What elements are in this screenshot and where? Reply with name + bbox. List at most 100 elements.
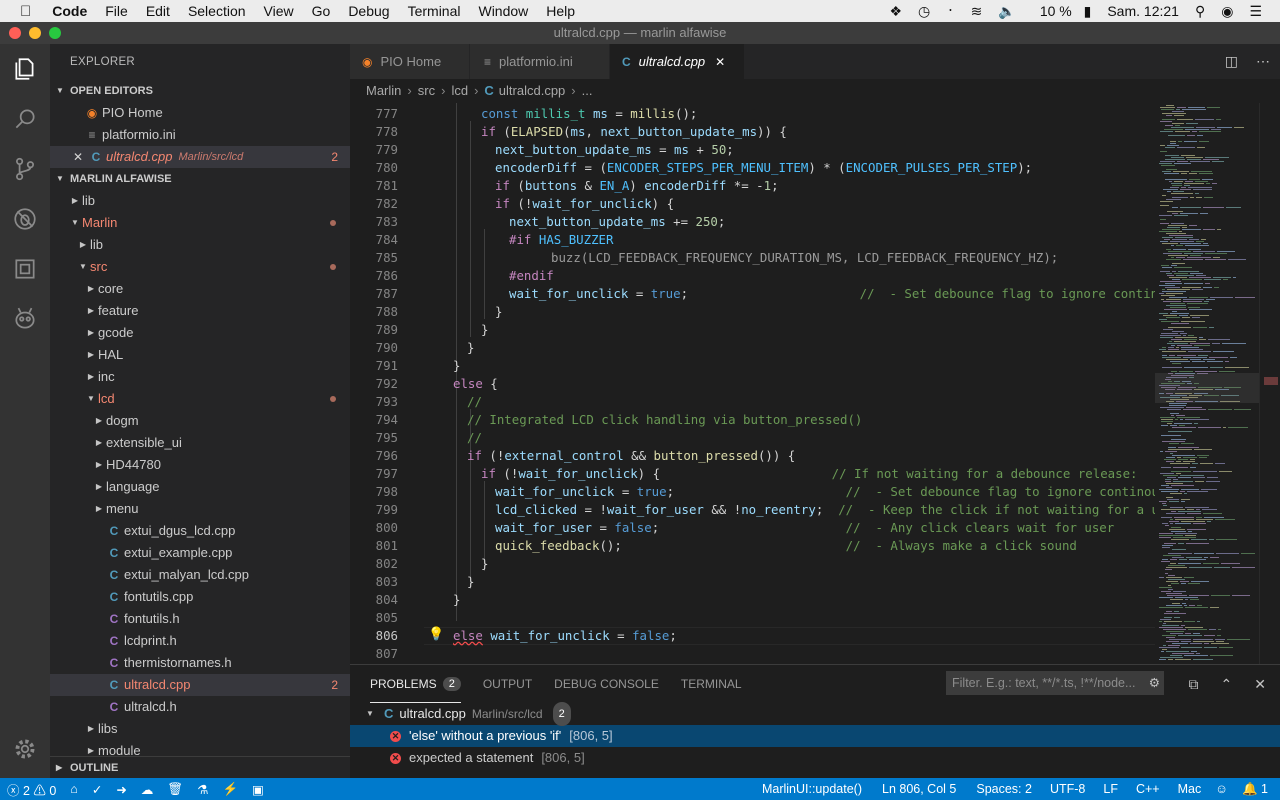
close-icon[interactable]: ✕: [715, 55, 725, 69]
tab-platformio-ini[interactable]: ≡ platformio.ini: [470, 44, 610, 79]
extensions-activity[interactable]: [0, 244, 50, 294]
menu-debug[interactable]: Debug: [339, 3, 398, 19]
tab-output[interactable]: OUTPUT: [483, 665, 532, 703]
problem-file-row[interactable]: ▼ C ultralcd.cpp Marlin/src/lcd 2: [350, 702, 1280, 726]
battery-status[interactable]: 10 % ▮: [1024, 3, 1100, 20]
tree-item[interactable]: Clcdprint.h: [50, 630, 350, 652]
tree-item[interactable]: Cthermistornames.h: [50, 652, 350, 674]
volume-icon[interactable]: 🔈: [990, 3, 1023, 20]
breadcrumb-item[interactable]: src: [418, 83, 435, 98]
notifications-bell[interactable]: 🔔 1: [1235, 782, 1280, 797]
dropbox-icon[interactable]: ❖: [881, 3, 910, 20]
clock[interactable]: Sam. 12:21: [1099, 3, 1187, 19]
tree-item[interactable]: ▶ extensible_ui: [50, 432, 350, 454]
tree-item[interactable]: ▼ Marlin: [50, 212, 350, 234]
menu-terminal[interactable]: Terminal: [399, 3, 470, 19]
tree-item[interactable]: ▶ inc: [50, 366, 350, 388]
tab-pio-home[interactable]: ◉ PIO Home: [350, 44, 470, 79]
language-mode[interactable]: C++: [1129, 782, 1167, 796]
filter-icon[interactable]: ⚙: [1149, 671, 1160, 695]
problems-status[interactable]: ⓧ 2 ⚠ 0: [0, 780, 63, 799]
tree-item[interactable]: ▶ menu: [50, 498, 350, 520]
tree-item[interactable]: ▶ gcode: [50, 322, 350, 344]
indentation[interactable]: Spaces: 2: [969, 782, 1039, 796]
wifi-icon[interactable]: ≋: [963, 3, 991, 20]
siri-icon[interactable]: ◉: [1213, 3, 1241, 20]
vertical-scrollbar[interactable]: [1259, 103, 1280, 664]
manage-activity[interactable]: [0, 724, 50, 774]
tree-item[interactable]: Cultralcd.cpp 2: [50, 674, 350, 696]
tree-item[interactable]: Cfontutils.h: [50, 608, 350, 630]
problems-filter-input[interactable]: Filter. E.g.: text, **/*.ts, !**/node...…: [946, 671, 1164, 695]
spotlight-icon[interactable]: ⚲: [1187, 3, 1213, 20]
breadcrumb-item[interactable]: lcd: [451, 83, 468, 98]
close-icon[interactable]: ✕: [70, 146, 86, 168]
tree-item[interactable]: Cfontutils.cpp: [50, 586, 350, 608]
tree-item[interactable]: ▶ lib: [50, 190, 350, 212]
tree-item[interactable]: ▶ HAL: [50, 344, 350, 366]
terminal-icon[interactable]: ▣: [245, 782, 271, 797]
platformio-activity[interactable]: [0, 294, 50, 344]
bluetooth-icon[interactable]: ᛫: [938, 3, 962, 19]
explorer-activity[interactable]: [0, 44, 50, 94]
breadcrumb-item[interactable]: ...: [582, 83, 593, 98]
menu-file[interactable]: File: [96, 3, 137, 19]
tree-item[interactable]: Cextui_dgus_lcd.cpp: [50, 520, 350, 542]
menu-window[interactable]: Window: [469, 3, 537, 19]
debug-activity[interactable]: [0, 194, 50, 244]
tree-item[interactable]: ▼ src: [50, 256, 350, 278]
tab-problems[interactable]: PROBLEMS 2: [370, 665, 461, 703]
clean-trash-icon[interactable]: 🗑: [160, 782, 190, 797]
tree-item[interactable]: ▶ language: [50, 476, 350, 498]
minimize-window-button[interactable]: [29, 27, 41, 39]
problem-item[interactable]: ✕ 'else' without a previous 'if' [806, 5…: [350, 725, 1280, 747]
tree-item[interactable]: ▶ dogm: [50, 410, 350, 432]
tab-debug-console[interactable]: DEBUG CONSOLE: [554, 665, 659, 703]
tree-item[interactable]: ▶ libs: [50, 718, 350, 740]
tab-terminal[interactable]: TERMINAL: [681, 665, 742, 703]
tree-item[interactable]: Cultralcd.h: [50, 696, 350, 718]
serial-monitor-plug-icon[interactable]: ⚡: [215, 782, 245, 797]
tree-item[interactable]: ▼ lcd: [50, 388, 350, 410]
menu-edit[interactable]: Edit: [137, 3, 179, 19]
breadcrumb-item[interactable]: Marlin: [366, 83, 401, 98]
home-icon[interactable]: ⌂: [63, 782, 85, 796]
problem-item[interactable]: ✕ expected a statement [806, 5]: [350, 747, 1280, 769]
feedback-smiley-icon[interactable]: ☺: [1208, 782, 1235, 796]
platform[interactable]: Mac: [1171, 782, 1209, 796]
open-editor-item[interactable]: ≡ platformio.ini: [50, 124, 350, 146]
menu-go[interactable]: Go: [303, 3, 340, 19]
notification-center-icon[interactable]: ☰: [1241, 3, 1270, 20]
tree-item[interactable]: ▶ core: [50, 278, 350, 300]
tree-item[interactable]: Cextui_malyan_lcd.cpp: [50, 564, 350, 586]
tab-ultralcd-cpp[interactable]: C ultralcd.cpp ✕: [610, 44, 745, 79]
close-window-button[interactable]: [9, 27, 21, 39]
breadcrumb-item[interactable]: ultralcd.cpp: [499, 83, 565, 98]
search-activity[interactable]: [0, 94, 50, 144]
source-control-activity[interactable]: [0, 144, 50, 194]
maximize-panel-icon[interactable]: ⌃: [1221, 676, 1233, 693]
menu-selection[interactable]: Selection: [179, 3, 255, 19]
menu-view[interactable]: View: [255, 3, 303, 19]
tree-item[interactable]: ▶ lib: [50, 234, 350, 256]
split-editor-icon[interactable]: ◫: [1225, 53, 1238, 70]
app-menu[interactable]: Code: [43, 3, 96, 19]
tree-item[interactable]: ▶ HD44780: [50, 454, 350, 476]
close-panel-icon[interactable]: ✕: [1254, 676, 1266, 693]
minimap[interactable]: [1155, 103, 1259, 664]
scope-indicator[interactable]: MarlinUI::update(): [755, 782, 869, 796]
outline-header[interactable]: ▶ OUTLINE: [50, 756, 350, 778]
menu-help[interactable]: Help: [537, 3, 584, 19]
zoom-window-button[interactable]: [49, 27, 61, 39]
open-editor-item[interactable]: ◉ PIO Home: [50, 102, 350, 124]
tree-item[interactable]: ▶ feature: [50, 300, 350, 322]
open-editors-header[interactable]: ▼ OPEN EDITORS: [50, 80, 350, 102]
open-editor-item-active[interactable]: ✕ C ultralcd.cpp Marlin/src/lcd 2: [50, 146, 350, 168]
code-editor[interactable]: 777 778 779 780 781 782 783 784 785 786 787 788 789 7…: [350, 103, 1155, 664]
lightbulb-icon[interactable]: 💡: [428, 627, 444, 642]
more-actions-icon[interactable]: ⋯: [1256, 53, 1270, 70]
tree-item[interactable]: Cextui_example.cpp: [50, 542, 350, 564]
test-flask-icon[interactable]: ⚗: [190, 782, 215, 797]
project-header[interactable]: ▼ MARLIN ALFAWISE: [50, 168, 350, 190]
build-icon[interactable]: ✓: [85, 782, 109, 797]
